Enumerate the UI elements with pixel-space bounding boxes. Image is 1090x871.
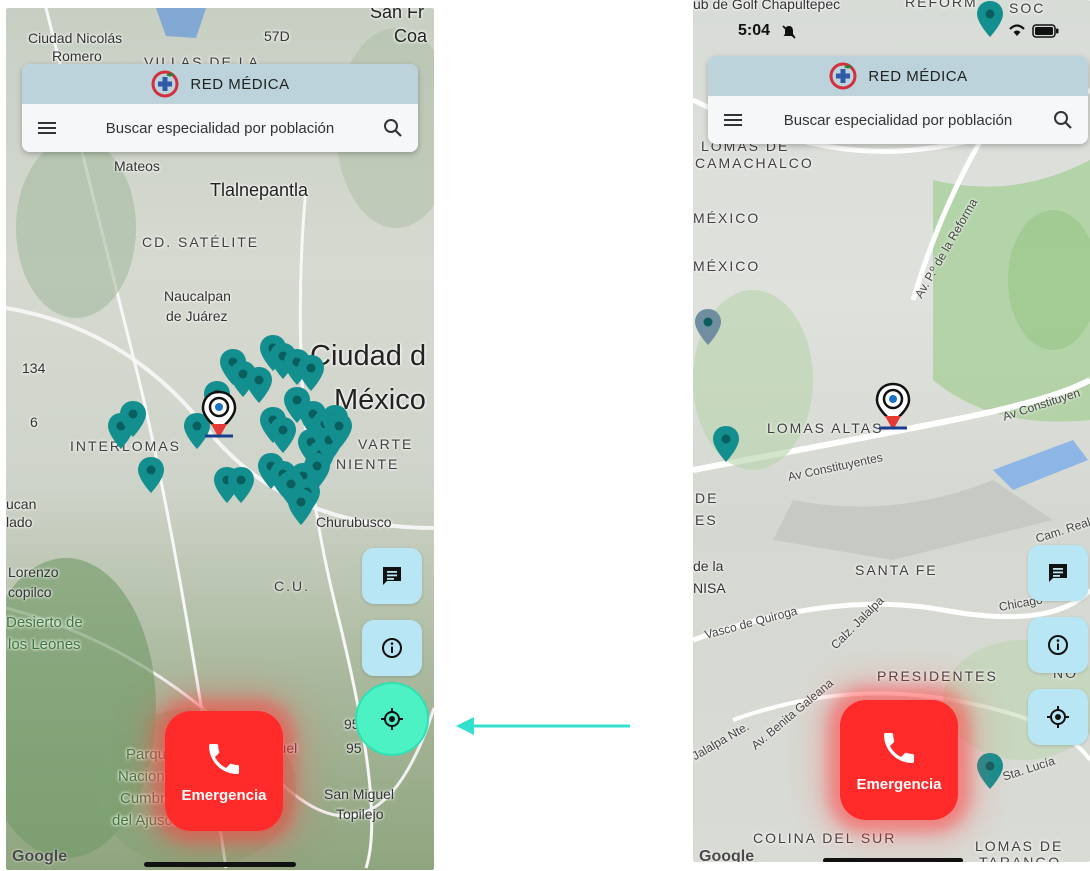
map-label: MÉXICO bbox=[693, 210, 761, 226]
clinic-pin-icon[interactable] bbox=[268, 416, 298, 454]
emergency-button[interactable]: Emergencia bbox=[165, 711, 283, 831]
brand-band: RED MÉDICA bbox=[22, 64, 418, 104]
user-location-pin-icon bbox=[875, 382, 911, 430]
map-label: los Leones bbox=[8, 636, 81, 653]
map-label: ucan bbox=[6, 496, 37, 512]
phone-icon bbox=[209, 743, 239, 774]
clinic-pin-icon[interactable] bbox=[226, 466, 256, 504]
chat-button[interactable] bbox=[362, 548, 422, 604]
info-icon bbox=[1048, 635, 1068, 655]
map-label: Romero bbox=[52, 48, 102, 64]
map-label: copilco bbox=[8, 584, 52, 600]
home-indicator bbox=[144, 862, 296, 867]
my-location-icon bbox=[1047, 706, 1069, 728]
map-label: de Juárez bbox=[166, 308, 228, 324]
info-button[interactable] bbox=[1028, 617, 1088, 673]
red-medica-logo-icon bbox=[829, 62, 857, 90]
map-label: San Fr bbox=[370, 8, 425, 22]
my-location-button[interactable] bbox=[1028, 689, 1088, 745]
map-label: LOMAS ALTAS bbox=[767, 420, 884, 436]
map-label: 134 bbox=[22, 360, 46, 376]
map-label: TARANGO bbox=[979, 854, 1062, 862]
left-phone-screen: Ciudad Nicolás Romero San Fr Coa 57D VILLAS D… bbox=[6, 8, 434, 870]
emergency-button[interactable]: Emergencia bbox=[840, 700, 958, 820]
brand-name: RED MÉDICA bbox=[190, 75, 290, 93]
map-label: Lorenzo bbox=[8, 564, 59, 580]
map-label: San Miguel bbox=[324, 786, 395, 802]
map-label: CAMACHALCO bbox=[695, 155, 814, 171]
clinic-pin-icon[interactable] bbox=[324, 412, 354, 450]
map-label: Coa bbox=[394, 26, 428, 46]
map-label: CD. SATÉLITE bbox=[142, 234, 260, 250]
silent-bell-icon bbox=[782, 25, 796, 39]
pointer-arrow bbox=[456, 717, 630, 735]
emergency-label: Emergencia bbox=[856, 775, 942, 793]
my-location-button[interactable] bbox=[357, 684, 427, 754]
chat-icon bbox=[383, 567, 401, 585]
map-label: VARTE bbox=[358, 436, 414, 452]
map-label: NISA bbox=[693, 580, 726, 596]
map-label: Topilejo bbox=[336, 806, 384, 822]
map-label: Mateos bbox=[114, 158, 160, 174]
map-label: NIENTE bbox=[336, 456, 400, 472]
menu-icon[interactable] bbox=[722, 109, 744, 131]
info-button[interactable] bbox=[362, 620, 422, 676]
battery-icon bbox=[1032, 24, 1059, 38]
wifi-icon bbox=[1009, 24, 1025, 36]
map-label: SOC bbox=[1009, 0, 1046, 16]
map-label: ub de Golf Chapultepec bbox=[693, 0, 841, 12]
clinic-pin-icon[interactable] bbox=[118, 400, 148, 438]
map-label: Churubusco bbox=[316, 514, 392, 530]
map-label: Ciudad d bbox=[310, 340, 427, 372]
map-label: Naucalpan bbox=[164, 288, 231, 304]
right-phone-screen: ub de Golf Chapultepec REFORM SOC LOMAS DE C… bbox=[693, 0, 1090, 862]
map-label: DE bbox=[695, 490, 719, 506]
map-label: 6 bbox=[30, 414, 38, 430]
map-label: SANTA FE bbox=[855, 562, 938, 578]
map-label: PRESIDENTES bbox=[877, 668, 998, 684]
map-label: REFORM bbox=[905, 0, 978, 10]
search-bar[interactable]: Buscar especialidad por población bbox=[708, 96, 1088, 144]
brand-name: RED MÉDICA bbox=[868, 67, 968, 85]
map-label: LOMAS DE bbox=[975, 838, 1064, 854]
home-indicator bbox=[823, 858, 963, 862]
map-label: ES bbox=[695, 512, 718, 528]
chat-icon bbox=[1049, 564, 1067, 582]
user-location-pin-icon bbox=[201, 390, 237, 438]
map-label: de la bbox=[693, 558, 724, 574]
header-card: RED MÉDICA Buscar especialidad por pobla… bbox=[22, 64, 418, 152]
search-bar[interactable]: Buscar especialidad por población bbox=[22, 104, 418, 152]
map-label: 95 bbox=[346, 740, 362, 756]
emergency-label: Emergencia bbox=[181, 786, 267, 804]
search-icon[interactable] bbox=[1052, 109, 1074, 131]
clinic-pin-icon[interactable] bbox=[975, 752, 1005, 790]
map-label: 57D bbox=[264, 28, 290, 44]
clinic-pin-icon[interactable] bbox=[975, 0, 1005, 38]
phone-icon bbox=[884, 732, 914, 763]
map-label: Tlalnepantla bbox=[210, 180, 309, 200]
map-label: Ciudad Nicolás bbox=[28, 30, 123, 46]
map-label: C.U. bbox=[274, 578, 310, 594]
map-label: MÉXICO bbox=[693, 258, 761, 274]
search-placeholder[interactable]: Buscar especialidad por población bbox=[744, 110, 1052, 131]
map-label: lado bbox=[6, 514, 33, 530]
my-location-icon bbox=[381, 708, 403, 730]
map-label: Desierto de bbox=[6, 614, 83, 631]
status-time: 5:04 bbox=[738, 22, 771, 39]
brand-band: RED MÉDICA bbox=[708, 56, 1088, 96]
chat-button[interactable] bbox=[1028, 545, 1088, 601]
menu-icon[interactable] bbox=[36, 117, 58, 139]
clinic-pin-icon[interactable] bbox=[286, 488, 316, 526]
clinic-pin-icon[interactable] bbox=[136, 456, 166, 494]
search-icon[interactable] bbox=[382, 117, 404, 139]
map-label: COLINA DEL SUR bbox=[753, 830, 897, 846]
google-attribution: Google bbox=[12, 848, 68, 865]
red-medica-logo-icon bbox=[151, 70, 179, 98]
header-card: RED MÉDICA Buscar especialidad por pobla… bbox=[708, 56, 1088, 144]
search-placeholder[interactable]: Buscar especialidad por población bbox=[58, 118, 382, 139]
info-icon bbox=[382, 638, 402, 658]
clinic-pin-icon[interactable] bbox=[711, 425, 741, 463]
clinic-pin-icon[interactable] bbox=[693, 308, 723, 346]
google-attribution: Google bbox=[699, 848, 755, 862]
